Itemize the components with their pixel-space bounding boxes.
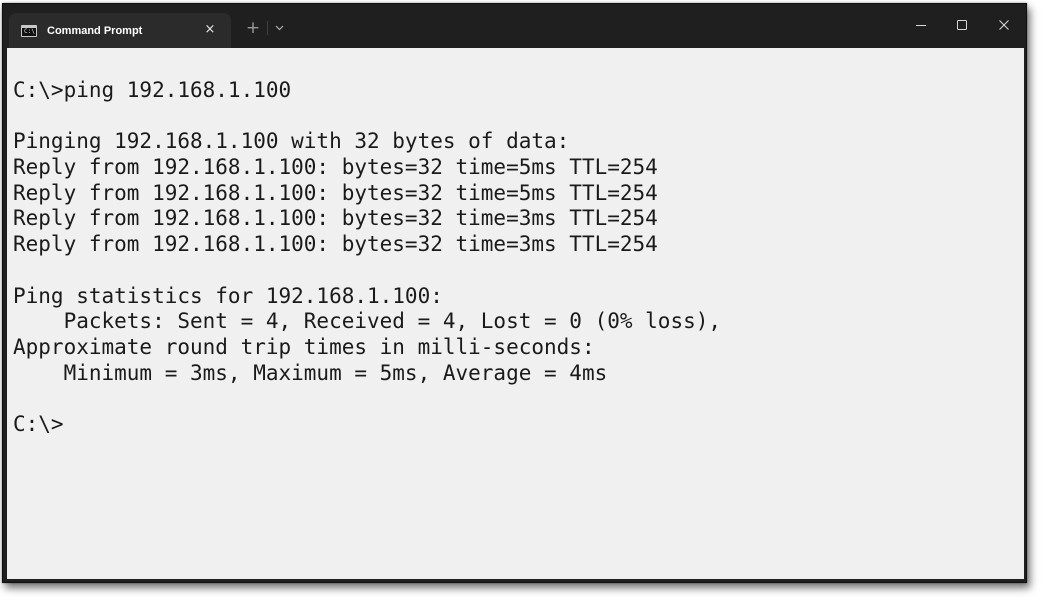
minimize-icon[interactable] xyxy=(901,12,941,38)
title-bar[interactable]: C:\ Command Prompt × + xyxy=(3,4,1026,48)
plus-icon[interactable]: + xyxy=(243,17,263,39)
maximize-icon[interactable] xyxy=(942,12,982,38)
terminal-output[interactable]: C:\>ping 192.168.1.100 Pinging 192.168.1… xyxy=(7,48,1024,579)
terminal-window: C:\ Command Prompt × + C:\>ping 192.168.… xyxy=(2,3,1027,583)
close-tab-icon[interactable]: × xyxy=(201,21,219,39)
terminal-line-pinging: Pinging 192.168.1.100 with 32 bytes of d… xyxy=(13,129,570,154)
terminal-line-rtt-values: Minimum = 3ms, Maximum = 5ms, Average = … xyxy=(13,360,608,385)
terminal-line-reply: Reply from 192.168.1.100: bytes=32 time=… xyxy=(13,155,658,180)
tab-divider xyxy=(267,21,268,35)
terminal-line-reply: Reply from 192.168.1.100: bytes=32 time=… xyxy=(13,180,658,205)
terminal-line-command: C:\>ping 192.168.1.100 xyxy=(13,78,292,102)
terminal-line-packets: Packets: Sent = 4, Received = 4, Lost = … xyxy=(13,309,722,334)
chevron-down-icon[interactable] xyxy=(271,17,289,39)
tab-title: Command Prompt xyxy=(47,24,143,37)
terminal-line-reply: Reply from 192.168.1.100: bytes=32 time=… xyxy=(13,232,658,257)
cmd-icon: C:\ xyxy=(21,24,37,37)
terminal-line-rtt-header: Approximate round trip times in milli-se… xyxy=(13,334,595,359)
cmd-icon-label: C:\ xyxy=(24,27,35,35)
tab-command-prompt[interactable]: C:\ Command Prompt × xyxy=(9,13,231,48)
close-window-icon[interactable] xyxy=(984,12,1024,38)
terminal-line-reply: Reply from 192.168.1.100: bytes=32 time=… xyxy=(13,206,658,231)
terminal-line-statistics-header: Ping statistics for 192.168.1.100: xyxy=(13,283,443,308)
terminal-prompt[interactable]: C:\> xyxy=(13,412,1024,438)
